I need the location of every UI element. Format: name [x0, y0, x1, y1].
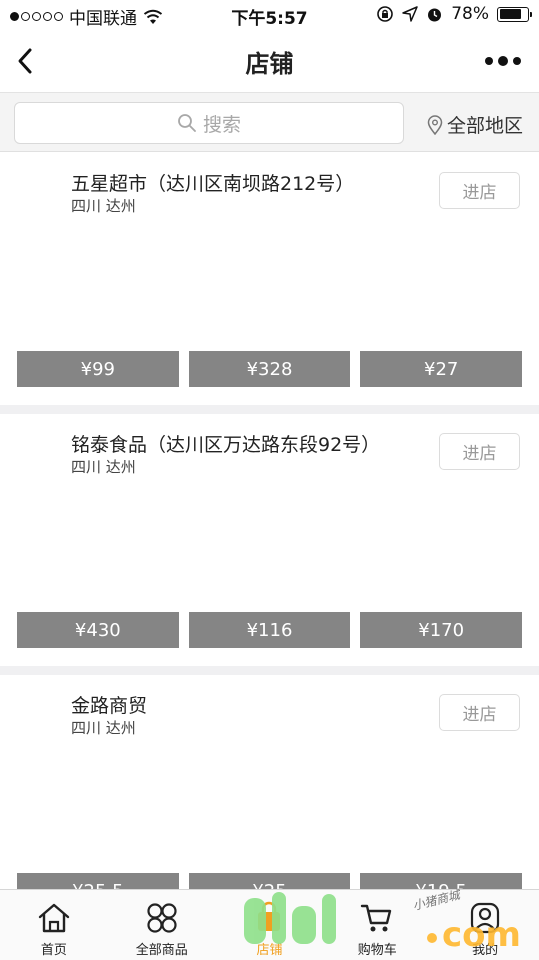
battery-icon: [497, 6, 532, 22]
status-right: 78%: [376, 4, 532, 24]
tab-bar: 首页 全部商品 店铺 购物车 我的: [0, 889, 539, 960]
enter-store-button[interactable]: 进店: [439, 694, 520, 731]
location-pin-icon: [427, 114, 443, 135]
back-arrow-icon[interactable]: [12, 44, 42, 78]
status-bar: 中国联通 下午5:57 78%: [0, 0, 539, 30]
nav-bar: 店铺: [0, 30, 539, 92]
product-price[interactable]: ¥25: [188, 873, 351, 889]
tab-label: 全部商品: [135, 943, 188, 958]
rotation-lock-icon: [377, 6, 394, 22]
region-label: 全部地区: [446, 115, 523, 137]
cart-icon: [361, 904, 392, 932]
product-price[interactable]: ¥328: [188, 351, 351, 387]
tab-cart[interactable]: 购物车: [323, 890, 431, 960]
product-price-row: ¥99 ¥328 ¥27: [17, 351, 523, 387]
product-price[interactable]: ¥19.5: [360, 873, 523, 889]
tab-label: 店铺: [256, 943, 283, 958]
tab-profile[interactable]: 我的: [431, 890, 539, 960]
product-price[interactable]: ¥27: [360, 351, 523, 387]
store-name[interactable]: 铭泰食品（达川区万达路东段92号）: [71, 430, 380, 457]
tab-all-products[interactable]: 全部商品: [108, 890, 216, 960]
product-price[interactable]: ¥99: [17, 351, 179, 387]
page-title: 店铺: [245, 50, 294, 78]
product-price[interactable]: ¥116: [188, 612, 351, 648]
alarm-icon: [428, 8, 442, 21]
product-price-row: ¥430 ¥116 ¥170: [17, 612, 523, 648]
battery-fill: [499, 9, 521, 19]
store-card: 五星超市（达川区南坝路212号） 四川 达州 进店 ¥99 ¥328 ¥27: [0, 153, 539, 405]
store-name[interactable]: 金路商贸: [71, 691, 147, 718]
region-selector[interactable]: 全部地区: [427, 111, 523, 138]
shop-icon: [258, 901, 281, 931]
store-location: 四川 达州: [71, 197, 136, 215]
user-icon: [470, 902, 500, 934]
location-arrow-icon: [402, 6, 418, 22]
store-location: 四川 达州: [71, 719, 136, 737]
enter-store-button[interactable]: 进店: [439, 433, 520, 470]
tab-label: 首页: [40, 943, 67, 958]
enter-store-button[interactable]: 进店: [439, 172, 520, 209]
search-input[interactable]: 搜索: [14, 102, 404, 144]
store-list: 五星超市（达川区南坝路212号） 四川 达州 进店 ¥99 ¥328 ¥27 铭…: [0, 153, 539, 889]
product-price[interactable]: ¥430: [17, 612, 179, 648]
search-icon: [178, 114, 196, 132]
product-price[interactable]: ¥25.5: [17, 873, 179, 889]
store-card: 金路商贸 四川 达州 进店 ¥25.5 ¥25 ¥19.5: [0, 675, 539, 889]
search-bar: 搜索 全部地区: [0, 92, 539, 152]
tab-label: 购物车: [357, 943, 397, 958]
tab-home[interactable]: 首页: [0, 890, 108, 960]
more-options-icon[interactable]: [483, 52, 523, 70]
product-price[interactable]: ¥170: [360, 612, 523, 648]
store-card: 铭泰食品（达川区万达路东段92号） 四川 达州 进店 ¥430 ¥116 ¥17…: [0, 414, 539, 666]
product-price-row: ¥25.5 ¥25 ¥19.5: [17, 873, 523, 889]
battery-percent: 78%: [451, 4, 489, 24]
tab-stores[interactable]: 店铺: [216, 890, 324, 960]
grid-icon: [147, 903, 177, 933]
store-location: 四川 达州: [71, 458, 136, 476]
tab-label: 我的: [472, 943, 499, 958]
home-icon: [38, 903, 70, 933]
store-name[interactable]: 五星超市（达川区南坝路212号）: [71, 169, 354, 196]
search-placeholder: 搜索: [202, 113, 241, 136]
